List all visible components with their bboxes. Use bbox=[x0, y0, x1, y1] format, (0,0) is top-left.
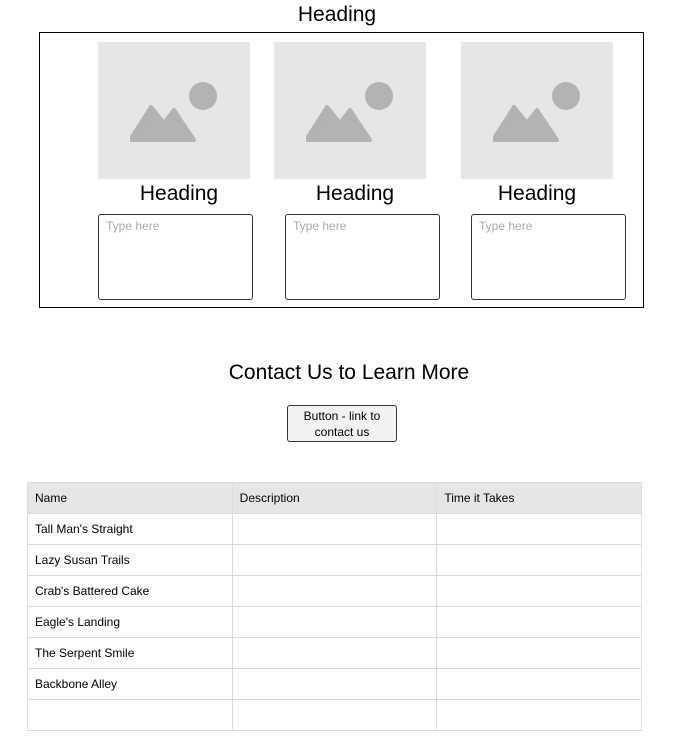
column-header-description: Description bbox=[231, 482, 438, 514]
table-row bbox=[27, 699, 642, 731]
cell-description bbox=[231, 606, 438, 638]
image-placeholder-1 bbox=[98, 42, 250, 179]
cell-name: Crab's Battered Cake bbox=[27, 575, 233, 607]
image-placeholder-3 bbox=[461, 42, 613, 179]
cell-time bbox=[436, 544, 642, 576]
card-text-input-1[interactable] bbox=[98, 214, 253, 300]
cell-description bbox=[231, 637, 438, 669]
cell-name: Backbone Alley bbox=[27, 668, 233, 700]
table-row: Eagle's Landing bbox=[27, 606, 642, 638]
image-placeholder-icon bbox=[306, 82, 393, 142]
image-placeholder-icon bbox=[130, 82, 217, 142]
cell-time bbox=[436, 575, 642, 607]
card-heading-3: Heading bbox=[497, 182, 577, 205]
table-row: Backbone Alley bbox=[27, 668, 642, 700]
cell-time bbox=[436, 668, 642, 700]
table-row: The Serpent Smile bbox=[27, 637, 642, 669]
table-row: Crab's Battered Cake bbox=[27, 575, 642, 607]
contact-button[interactable]: Button - link to contact us bbox=[287, 405, 397, 442]
cell-description bbox=[231, 575, 438, 607]
cell-name: Eagle's Landing bbox=[27, 606, 233, 638]
cell-description bbox=[231, 668, 438, 700]
cell-time bbox=[436, 699, 642, 731]
cell-name: Lazy Susan Trails bbox=[27, 544, 233, 576]
cell-name: The Serpent Smile bbox=[27, 637, 233, 669]
card-text-input-3[interactable] bbox=[471, 214, 626, 300]
data-table: Name Description Time it Takes Tall Man'… bbox=[27, 482, 642, 731]
cell-name: Tall Man's Straight bbox=[27, 513, 233, 545]
cell-description bbox=[231, 699, 438, 731]
table-header-row: Name Description Time it Takes bbox=[27, 482, 642, 514]
table-row: Lazy Susan Trails bbox=[27, 544, 642, 576]
image-placeholder-icon bbox=[493, 82, 580, 142]
card-heading-2: Heading bbox=[315, 182, 395, 205]
column-header-time: Time it Takes bbox=[436, 482, 642, 514]
table-row: Tall Man's Straight bbox=[27, 513, 642, 545]
card-text-input-2[interactable] bbox=[285, 214, 440, 300]
cell-description bbox=[231, 544, 438, 576]
column-header-name: Name bbox=[27, 482, 233, 514]
contact-title: Contact Us to Learn More bbox=[228, 361, 470, 384]
cell-description bbox=[231, 513, 438, 545]
card-heading-1: Heading bbox=[139, 182, 219, 205]
cell-time bbox=[436, 606, 642, 638]
cell-time bbox=[436, 513, 642, 545]
image-placeholder-2 bbox=[274, 42, 426, 179]
cell-time bbox=[436, 637, 642, 669]
cell-name bbox=[27, 699, 233, 731]
top-heading: Heading bbox=[297, 3, 377, 26]
